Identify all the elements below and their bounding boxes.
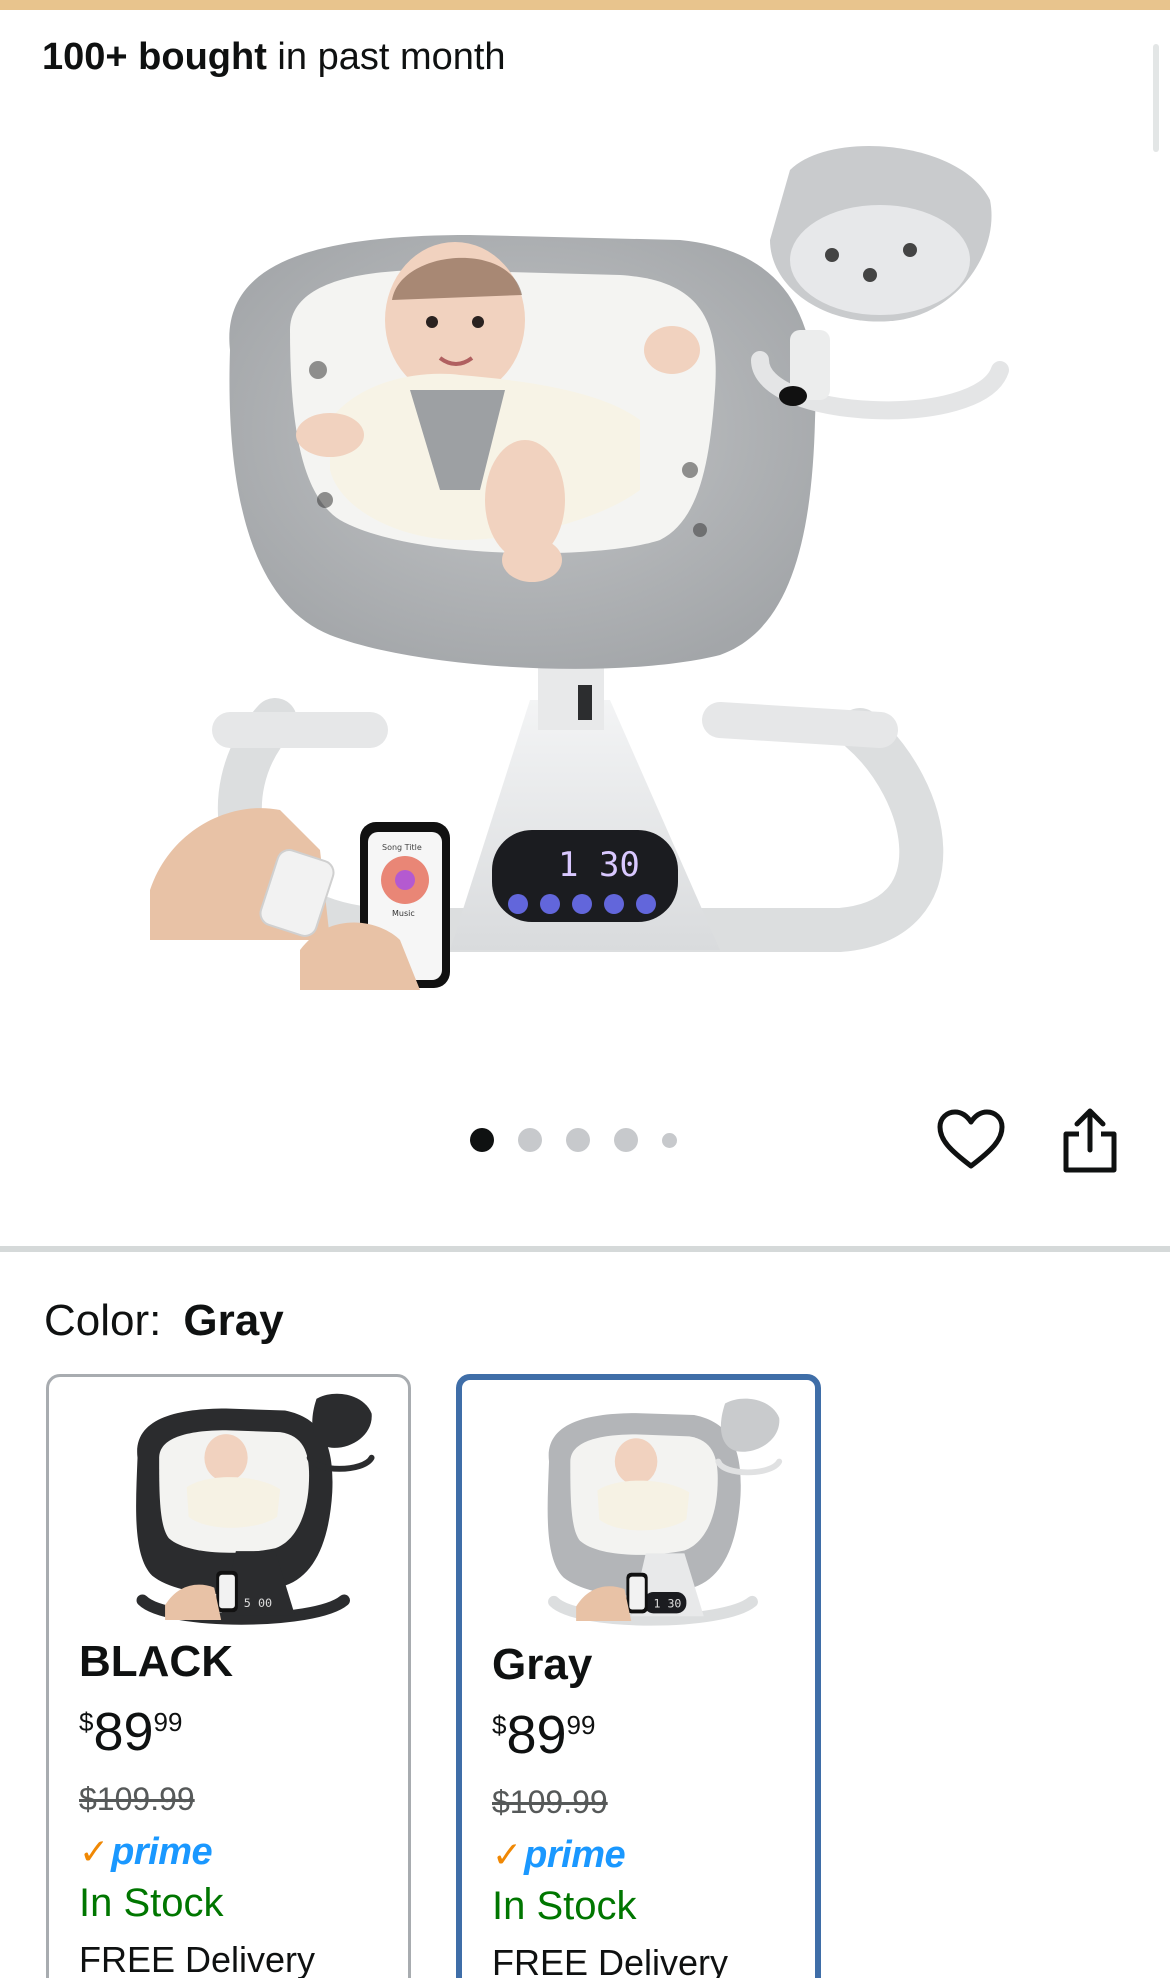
color-option-name: Gray bbox=[492, 1640, 593, 1689]
color-option-price: $8999 bbox=[79, 1701, 182, 1763]
delivery-info: FREE Delivery bbox=[492, 1942, 729, 1978]
prime-badge: ✓ prime bbox=[79, 1829, 213, 1875]
list-price: $109.99 bbox=[79, 1781, 195, 1817]
color-option-name: BLACK bbox=[79, 1637, 233, 1686]
bought-in-past-month: 100+ bought in past month bbox=[42, 36, 506, 79]
bought-period: in past month bbox=[266, 36, 506, 78]
carousel-dot-5[interactable] bbox=[662, 1132, 677, 1148]
price-fraction: 99 bbox=[153, 1707, 183, 1737]
image-carousel-indicator[interactable] bbox=[470, 1128, 677, 1152]
prime-word: prime bbox=[111, 1830, 213, 1873]
color-selector-heading: Color: Gray bbox=[44, 1296, 284, 1346]
color-option-gray[interactable]: 1 30 Gray $8999 $109.99 ✓ prime In Stock … bbox=[456, 1374, 821, 1978]
thumb-display-readout: 5 00 bbox=[244, 1596, 272, 1610]
color-option-thumbnail: 1 30 bbox=[547, 1398, 783, 1626]
product-image: 1 30 Song Title Music bbox=[150, 146, 1009, 990]
list-price: $109.99 bbox=[492, 1784, 608, 1820]
price-fraction: 99 bbox=[566, 1710, 596, 1740]
carousel-dot-1[interactable] bbox=[470, 1128, 494, 1152]
prime-badge: ✓ prime bbox=[492, 1832, 626, 1878]
heart-outline-icon[interactable] bbox=[936, 1108, 1006, 1172]
bought-count: 100+ bought bbox=[42, 36, 267, 78]
secondary-view-image bbox=[751, 146, 1009, 420]
thumb-display-readout: 1 30 bbox=[653, 1597, 681, 1611]
carousel-dot-3[interactable] bbox=[566, 1128, 590, 1152]
carousel-dot-2[interactable] bbox=[518, 1128, 542, 1152]
section-divider bbox=[0, 1246, 1170, 1252]
phone-song-title: Song Title bbox=[382, 843, 422, 852]
product-image-gallery[interactable]: 1 30 Song Title Music bbox=[0, 90, 1170, 1090]
price-whole: 89 bbox=[506, 1705, 567, 1765]
stock-status: In Stock bbox=[79, 1881, 224, 1925]
price-symbol: $ bbox=[492, 1710, 507, 1740]
top-accent-strip bbox=[0, 0, 1170, 10]
prime-check-icon: ✓ bbox=[79, 1831, 110, 1872]
color-option-thumbnail: 5 00 bbox=[136, 1393, 375, 1625]
color-option-price: $8999 bbox=[492, 1704, 595, 1766]
price-symbol: $ bbox=[79, 1707, 94, 1737]
color-option-black[interactable]: 5 00 BLACK $8999 $109.99 ✓ prime In Stock… bbox=[46, 1374, 411, 1978]
share-icon[interactable] bbox=[1060, 1106, 1120, 1174]
price-whole: 89 bbox=[93, 1702, 154, 1762]
selected-color-value: Gray bbox=[183, 1296, 284, 1345]
color-label: Color: bbox=[44, 1296, 162, 1345]
prime-check-icon: ✓ bbox=[492, 1834, 523, 1875]
prime-word: prime bbox=[524, 1833, 626, 1876]
remote-and-phone-image: Song Title Music bbox=[150, 808, 450, 990]
delivery-info: FREE Delivery bbox=[79, 1939, 316, 1978]
stock-status: In Stock bbox=[492, 1884, 637, 1928]
phone-music-label: Music bbox=[392, 909, 415, 918]
display-readout: 1 30 bbox=[558, 845, 640, 885]
carousel-dot-4[interactable] bbox=[614, 1128, 638, 1152]
